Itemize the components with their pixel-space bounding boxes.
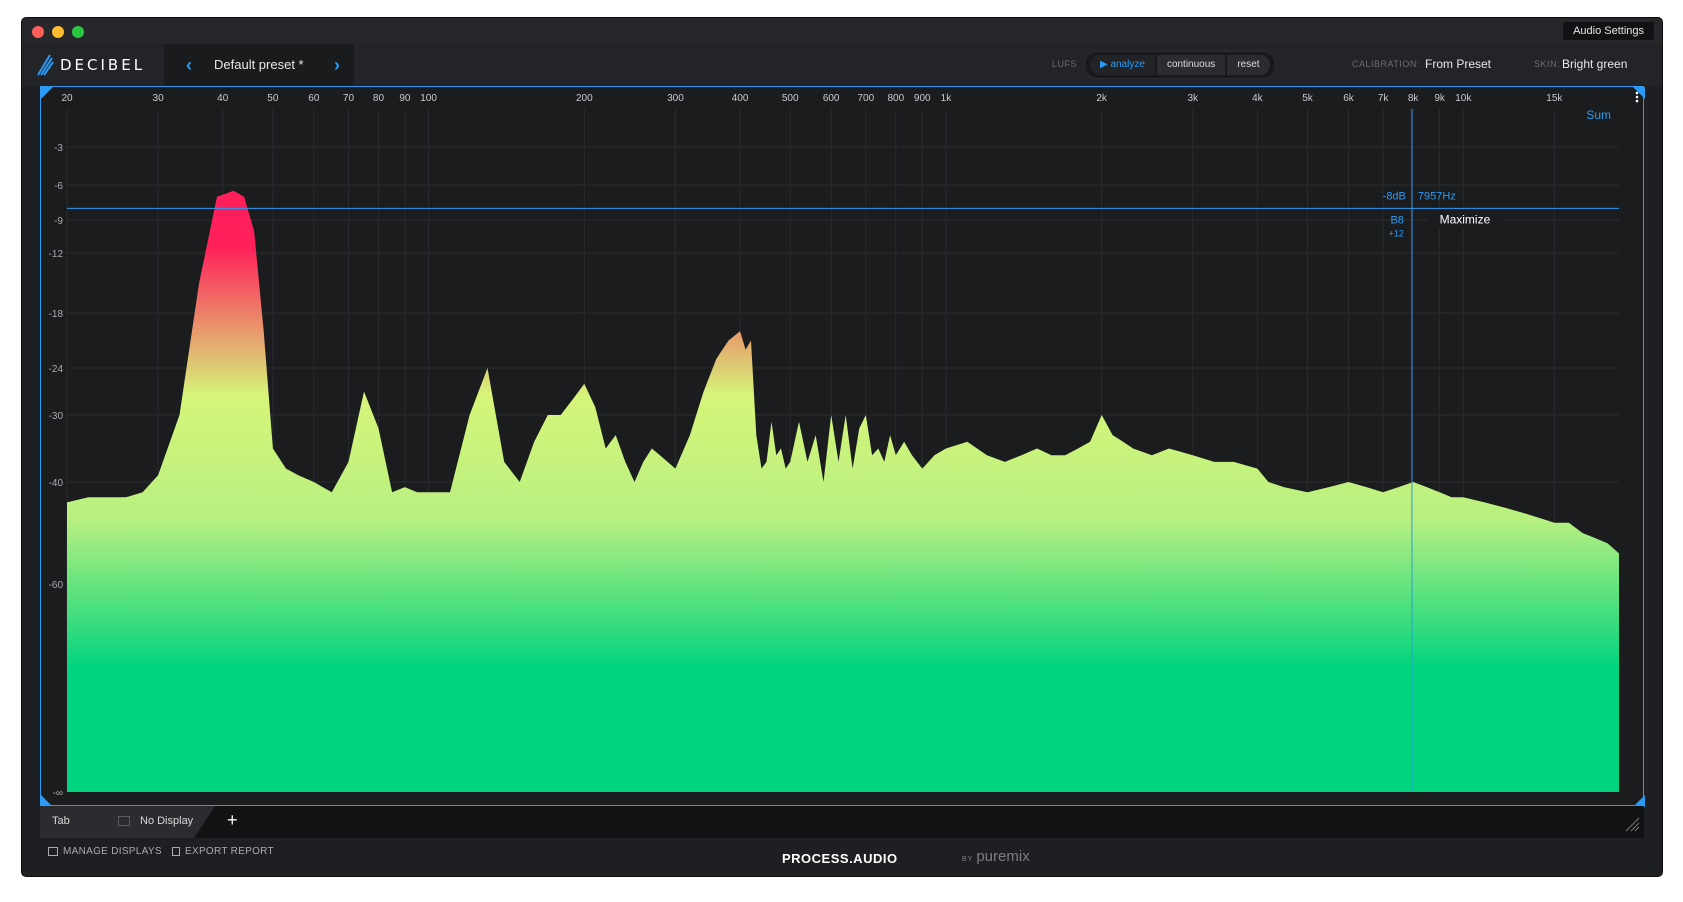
freq-tick-label: 20	[61, 93, 73, 104]
spectrum-display[interactable]: 20 30 40 50 60 70 80 90 100 200 300 400 500 600 700 800…	[40, 86, 1645, 807]
freq-tick-label: 3k	[1187, 93, 1199, 104]
preset-name[interactable]: Default preset *	[214, 57, 304, 72]
freq-tick-label: 7k	[1378, 93, 1390, 104]
display-tabs: Tab No Display +	[40, 806, 1644, 838]
freq-tick-label: 70	[343, 93, 355, 104]
freq-tick-label: 15k	[1546, 93, 1563, 104]
freq-tick-label: 4k	[1252, 93, 1264, 104]
title-bar: Audio Settings	[22, 18, 1662, 44]
decibel-logo-icon	[37, 54, 54, 76]
close-window-button[interactable]	[32, 26, 44, 38]
no-display-selector[interactable]: No Display	[140, 815, 193, 827]
db-tick-label: -40	[49, 478, 64, 489]
reset-button[interactable]: reset	[1227, 55, 1270, 75]
freq-tick-label: 100	[420, 93, 437, 104]
brand-logo: PROCESS.AUDIO	[782, 851, 898, 866]
db-tick-label: -60	[49, 580, 64, 591]
export-report-label: EXPORT REPORT	[185, 846, 274, 857]
db-tick-label: -30	[49, 411, 64, 422]
freq-tick-label: 50	[267, 93, 279, 104]
resize-handle-icon[interactable]	[1624, 816, 1640, 832]
by-label: BY	[962, 856, 974, 863]
next-preset-icon[interactable]: ›	[334, 55, 340, 76]
export-report-icon	[172, 847, 180, 856]
manage-displays-icon	[48, 847, 58, 856]
cursor-db-readout: -8dB	[1383, 190, 1406, 202]
freq-tick-label: 90	[399, 93, 411, 104]
freq-tick-label: 10k	[1455, 93, 1472, 104]
zoom-window-button[interactable]	[72, 26, 84, 38]
export-report-button[interactable]: EXPORT REPORT	[172, 846, 274, 857]
freq-tick-label: 1k	[941, 93, 953, 104]
skin-dropdown[interactable]: Bright green	[1562, 57, 1627, 71]
sum-channel-label[interactable]: Sum	[1586, 108, 1611, 122]
db-tick-label: -3	[54, 143, 63, 154]
db-tick-label: -9	[54, 216, 63, 227]
skin-label: SKIN:	[1534, 59, 1561, 69]
display-icon	[118, 816, 130, 826]
prev-preset-icon[interactable]: ‹	[186, 55, 192, 76]
cursor-cents-readout: +12	[1389, 228, 1404, 238]
maximize-tooltip[interactable]: Maximize	[1440, 212, 1491, 226]
decibel-logo: DECIBEL	[36, 52, 145, 78]
freq-tick-label: 700	[857, 93, 874, 104]
db-tick-label: -18	[49, 309, 64, 320]
add-tab-button[interactable]: +	[227, 810, 238, 831]
preset-selector: ‹ Default preset * ›	[164, 44, 354, 86]
minimize-window-button[interactable]	[52, 26, 64, 38]
continuous-button[interactable]: continuous	[1156, 55, 1226, 75]
freq-tick-label: 5k	[1302, 93, 1314, 104]
more-options-icon[interactable]	[1635, 99, 1639, 103]
more-options-icon[interactable]	[1635, 95, 1639, 99]
db-tick-label: -12	[49, 249, 64, 260]
lufs-controls: ▶ analyze continuous reset	[1084, 51, 1276, 79]
partner-name: puremix	[976, 848, 1030, 865]
audio-settings-button[interactable]: Audio Settings	[1563, 22, 1654, 40]
manage-displays-button[interactable]: MANAGE DISPLAYS	[48, 846, 162, 857]
db-tick-label: -24	[49, 364, 64, 375]
spectrum-plot[interactable]: 20 30 40 50 60 70 80 90 100 200 300 400 500 600 700 800…	[41, 87, 1645, 807]
calibration-dropdown[interactable]: From Preset	[1425, 57, 1491, 71]
freq-tick-label: 60	[308, 93, 320, 104]
freq-tick-label: 500	[782, 93, 799, 104]
freq-tick-label: 600	[823, 93, 840, 104]
manage-displays-label: MANAGE DISPLAYS	[63, 846, 162, 857]
freq-tick-label: 400	[732, 93, 749, 104]
freq-tick-label: 30	[153, 93, 165, 104]
toolbar: DECIBEL ‹ Default preset * › LUFS ▶ anal…	[22, 44, 1662, 86]
corner-marker-top-left	[41, 87, 53, 99]
db-tick-label: -6	[54, 181, 63, 192]
more-options-icon[interactable]	[1635, 91, 1639, 95]
tab-label[interactable]: Tab	[52, 815, 70, 827]
freq-tick-label: 6k	[1343, 93, 1355, 104]
freq-tick-label: 800	[887, 93, 904, 104]
logo-text: DECIBEL	[60, 56, 146, 74]
cursor-hz-readout: 7957Hz	[1418, 190, 1456, 202]
footer: MANAGE DISPLAYS EXPORT REPORT PROCESS.AU…	[22, 838, 1662, 876]
freq-tick-label: 9k	[1434, 93, 1446, 104]
freq-tick-label: 40	[217, 93, 229, 104]
freq-tick-label: 8k	[1408, 93, 1420, 104]
db-tick-label: -∞	[53, 788, 63, 799]
partner-logo: BY puremix	[962, 848, 1030, 865]
freq-tick-label: 80	[373, 93, 385, 104]
lufs-label: LUFS	[1052, 59, 1078, 69]
corner-marker-top-right	[1633, 87, 1645, 99]
analyze-button[interactable]: ▶ analyze	[1090, 55, 1155, 75]
calibration-label: CALIBRATION:	[1352, 59, 1420, 69]
freq-tick-label: 200	[576, 93, 593, 104]
cursor-note-readout: B8	[1390, 214, 1403, 226]
app-window: Audio Settings DECIBEL ‹ Default preset …	[22, 18, 1662, 876]
freq-tick-label: 900	[914, 93, 931, 104]
freq-tick-label: 300	[667, 93, 684, 104]
freq-tick-label: 2k	[1096, 93, 1108, 104]
